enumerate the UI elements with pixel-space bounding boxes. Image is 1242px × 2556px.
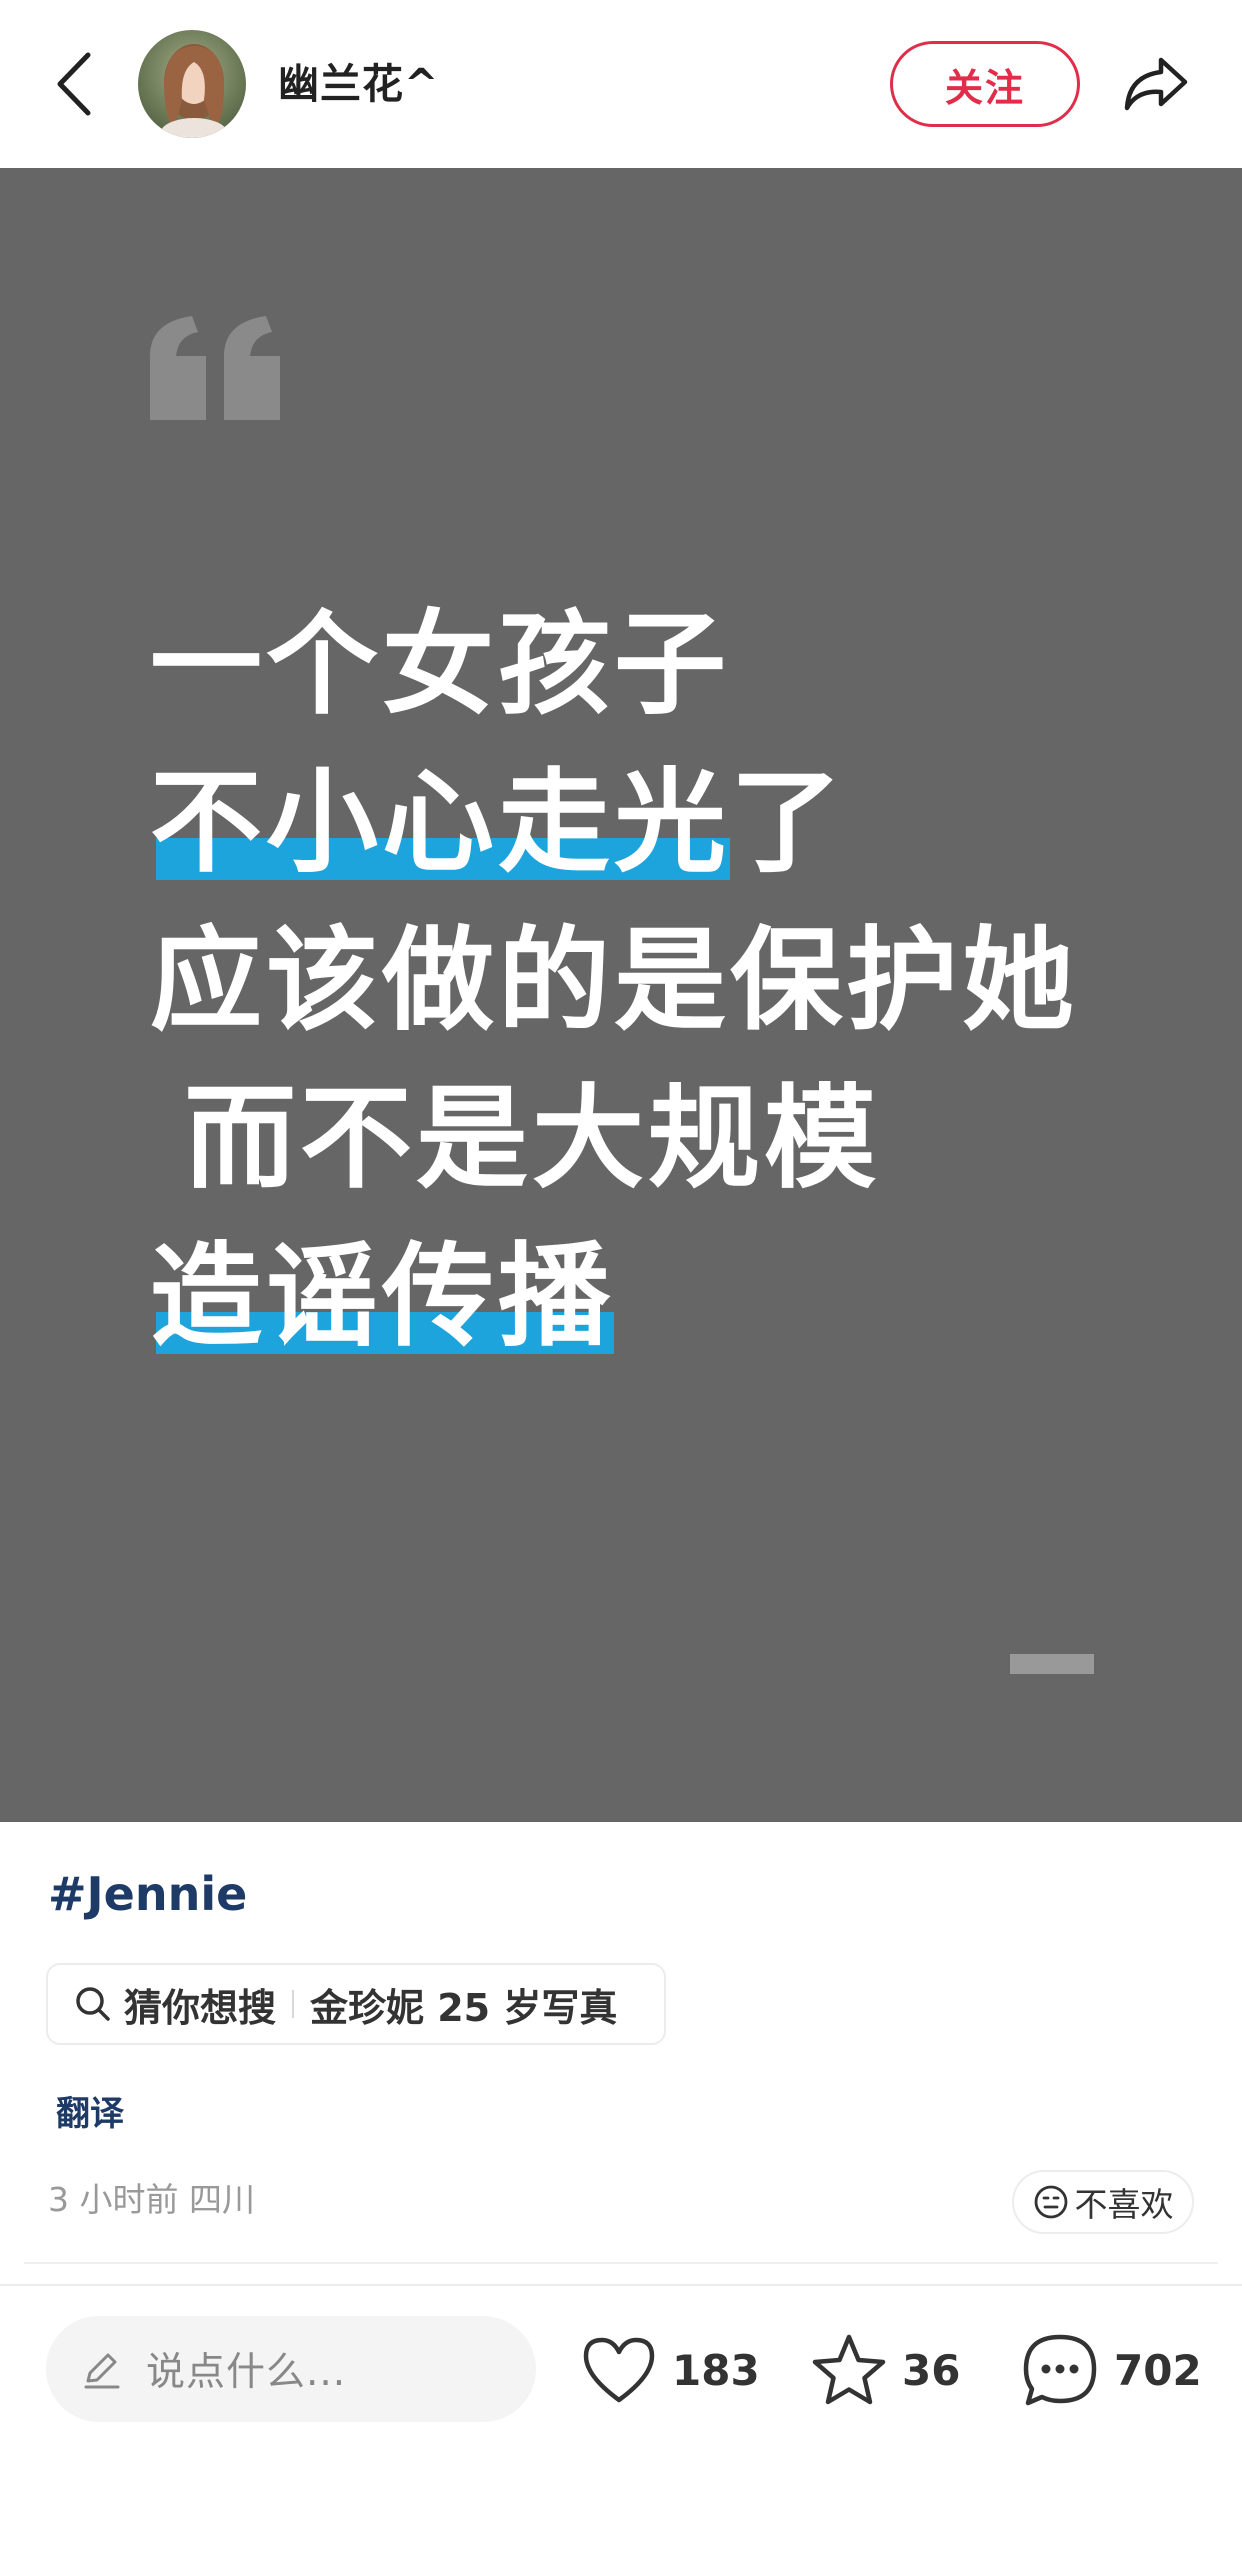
share-icon (1124, 57, 1188, 111)
dash-mark (1010, 1654, 1094, 1674)
dislike-button[interactable]: 不喜欢 (1012, 2170, 1194, 2234)
author-avatar[interactable] (138, 30, 246, 138)
suggested-search-chip[interactable]: 猜你想搜 金珍妮 25 岁写真 (46, 1963, 666, 2045)
comment-input[interactable]: 说点什么... (46, 2316, 536, 2422)
quote-line: 应该做的是保护她 (150, 916, 1078, 1046)
dislike-label: 不喜欢 (1074, 2185, 1174, 2224)
translate-link[interactable]: 翻译 (56, 2086, 124, 2142)
chevron-left-icon (57, 52, 91, 116)
bottom-bar-divider (0, 2284, 1242, 2286)
star-icon (812, 2334, 886, 2405)
collect-button[interactable]: 36 (810, 2322, 960, 2418)
post-header: 幽兰花^ 关注 (0, 0, 1242, 168)
quote-line: 一个女孩子 (150, 600, 730, 730)
quote-line: 而不是大规模 (184, 1074, 880, 1204)
quote-mark-icon (150, 316, 280, 420)
comment-button[interactable]: 702 (1020, 2322, 1202, 2418)
search-chip-prefix: 猜你想搜 (124, 1985, 277, 2030)
heart-icon (583, 2337, 655, 2403)
chip-divider (292, 1990, 295, 2018)
quote-line: 造谣传播 (150, 1218, 1078, 1376)
quote-line: 不小心走光了 (150, 744, 1078, 902)
divider (24, 2262, 1218, 2264)
post-image[interactable]: 一个女孩子 不小心走光了 应该做的是保护她 而不是大规模 造谣传播 (0, 168, 1242, 1822)
comment-bubble-icon (1023, 2334, 1097, 2406)
comment-placeholder: 说点什么... (146, 2350, 347, 2395)
quote-text: 一个女孩子 不小心走光了 应该做的是保护她 而不是大规模 造谣传播 (150, 586, 1078, 1376)
highlighted-text: 不小心走光 (150, 744, 730, 902)
share-button[interactable] (1116, 44, 1196, 124)
back-button[interactable] (44, 44, 104, 124)
follow-button[interactable]: 关注 (890, 41, 1080, 127)
collect-count: 36 (902, 2345, 961, 2395)
author-name[interactable]: 幽兰花^ (278, 52, 439, 116)
highlighted-text: 造谣传播 (150, 1218, 614, 1376)
pencil-icon (84, 2353, 120, 2389)
search-icon (76, 1987, 110, 2021)
post-meta: 3 小时前 四川 (48, 2180, 255, 2219)
neutral-face-icon (1034, 2185, 1067, 2219)
like-button[interactable]: 183 (580, 2322, 760, 2418)
hashtag-link[interactable]: #Jennie (48, 1858, 247, 1930)
like-count: 183 (672, 2345, 760, 2395)
search-chip-query: 金珍妮 25 岁写真 (310, 1985, 618, 2030)
comment-count: 702 (1114, 2345, 1202, 2395)
